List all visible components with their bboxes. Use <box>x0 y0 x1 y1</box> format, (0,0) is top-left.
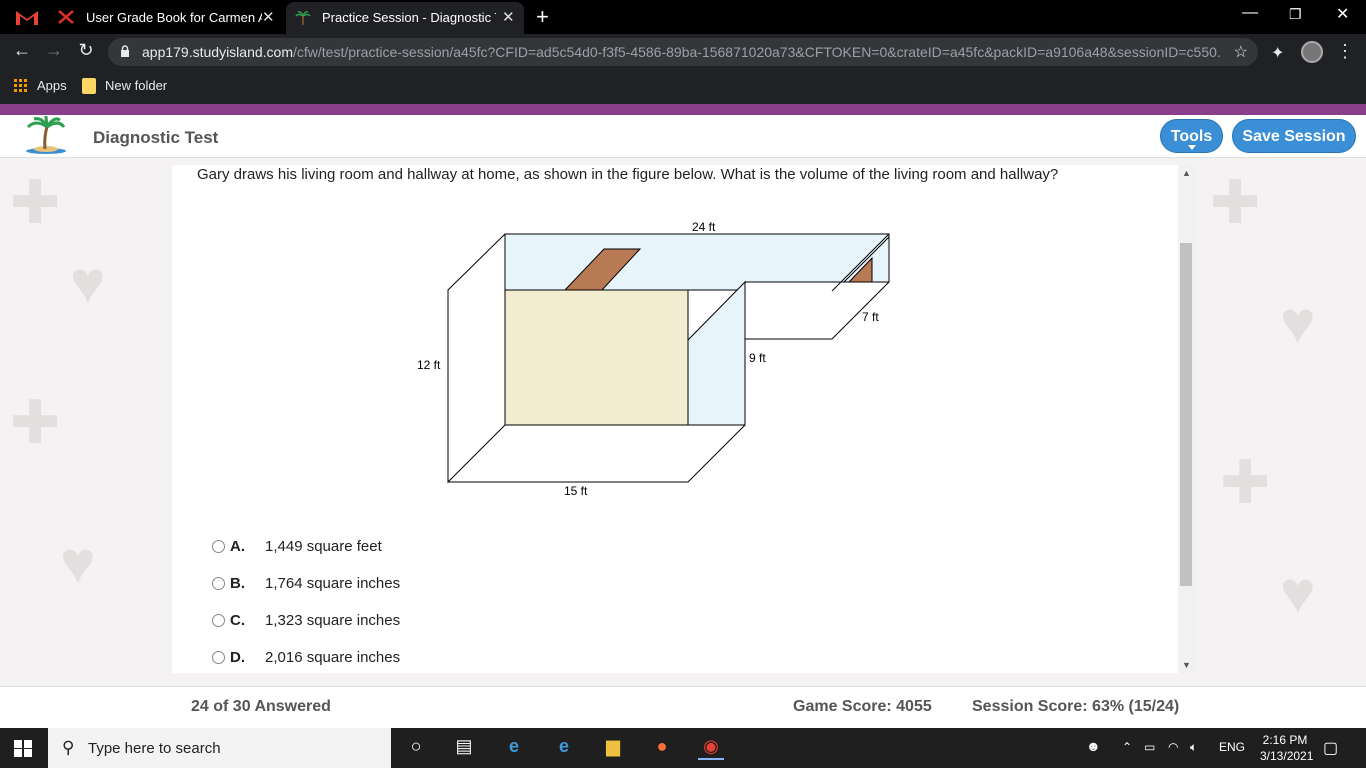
radio-button[interactable] <box>212 577 225 590</box>
palm-tree-logo-icon <box>26 115 66 154</box>
restore-icon[interactable]: ❐ <box>1289 6 1302 23</box>
choice-letter: C. <box>230 612 245 629</box>
decorative-pattern-icon: ♥ <box>60 529 96 596</box>
bookmark-apps[interactable]: Apps <box>37 78 67 93</box>
language-indicator[interactable]: ENG <box>1219 740 1245 754</box>
chevron-down-icon <box>1188 145 1196 150</box>
question-panel: Gary draws his living room and hallway a… <box>172 165 1194 673</box>
page-header: Diagnostic Test Tools Save Session <box>0 115 1366 158</box>
notifications-icon[interactable]: ▢ <box>1323 738 1338 758</box>
cortana-icon[interactable]: ○ <box>403 736 429 760</box>
volume-icon[interactable]: 🔈︎ <box>1190 740 1197 755</box>
bookmark-new-folder[interactable]: New folder <box>105 78 167 93</box>
palm-tree-favicon-icon <box>295 11 311 25</box>
choice-letter: A. <box>230 538 245 555</box>
decorative-pattern-icon: ✚ <box>1210 169 1261 236</box>
top-dimension-label: 24 ft <box>692 220 716 234</box>
save-session-button[interactable]: Save Session <box>1232 119 1356 153</box>
session-score: Session Score: 63% (15/24) <box>972 698 1180 715</box>
tools-label: Tools <box>1170 128 1213 145</box>
scroll-down-icon[interactable]: ▼ <box>1182 660 1191 670</box>
scroll-up-icon[interactable]: ▲ <box>1182 168 1191 178</box>
decorative-pattern-icon: ✚ <box>1220 449 1271 516</box>
edge-icon[interactable]: e <box>551 736 577 760</box>
wifi-icon[interactable]: ◠ <box>1168 740 1178 754</box>
folder-icon <box>82 78 96 94</box>
tab-close-icon[interactable]: ✕ <box>262 8 275 26</box>
extensions-puzzle-icon[interactable]: ✦ <box>1271 43 1284 63</box>
back-icon[interactable]: ← <box>10 40 34 61</box>
forward-icon[interactable]: → <box>42 40 66 61</box>
bookmark-star-icon[interactable]: ☆ <box>1234 42 1248 62</box>
gmail-icon[interactable] <box>15 7 39 27</box>
windows-taskbar: ⚲ Type here to search ○ ▤ e e ▆ ● ◉ ☻ ⌃ … <box>0 728 1366 768</box>
address-bar[interactable]: app179.studyisland.com/cfw/test/practice… <box>108 38 1258 66</box>
people-icon[interactable]: ☻ <box>1086 738 1101 754</box>
choice-text: 1,764 square inches <box>265 575 401 592</box>
choice-letter: D. <box>230 649 245 666</box>
hallway-height-label: 9 ft <box>749 351 766 365</box>
chrome-icon[interactable]: ◉ <box>698 736 724 760</box>
radio-button[interactable] <box>212 614 225 627</box>
radio-button[interactable] <box>212 540 225 553</box>
taskbar-clock[interactable]: 2:16 PM 3/13/2021 <box>1260 732 1314 764</box>
chevron-up-icon[interactable]: ⌃ <box>1122 740 1132 754</box>
clock-time: 2:16 PM <box>1262 733 1308 747</box>
tab-close-icon[interactable]: ✕ <box>502 8 515 26</box>
radio-button[interactable] <box>212 651 225 664</box>
question-text: Gary draws his living room and hallway a… <box>197 166 1059 183</box>
reload-icon[interactable]: ↻ <box>74 40 98 61</box>
window-close-icon[interactable]: ✕ <box>1336 4 1349 24</box>
windows-start-icon[interactable] <box>14 740 32 757</box>
page-title: Diagnostic Test <box>93 128 219 147</box>
more-menu-icon[interactable]: ⋮ <box>1336 41 1354 62</box>
decorative-pattern-icon: ✚ <box>10 169 61 236</box>
decorative-pattern-icon: ♥ <box>1280 559 1316 626</box>
firefox-icon[interactable]: ● <box>649 736 675 760</box>
task-view-icon[interactable]: ▤ <box>451 736 477 760</box>
taskbar-search-box[interactable]: ⚲ Type here to search <box>48 728 391 768</box>
battery-icon[interactable]: ▭ <box>1144 740 1155 754</box>
scrollbar-thumb[interactable] <box>1180 243 1192 586</box>
tab-gradebook[interactable]: User Grade Book for Carmen And ✕ <box>50 0 284 34</box>
browser-toolbar: ← → ↻ app179.studyisland.com/cfw/test/pr… <box>0 34 1366 70</box>
game-score: Game Score: 4055 <box>793 698 932 715</box>
browser-tab-strip: User Grade Book for Carmen And ✕ Practic… <box>0 0 1366 34</box>
file-explorer-icon[interactable]: ▆ <box>600 736 626 760</box>
choice-text: 1,323 square inches <box>265 612 401 629</box>
profile-avatar[interactable] <box>1301 41 1323 63</box>
search-placeholder: Type here to search <box>88 740 221 757</box>
decorative-pattern-icon: ♥ <box>70 249 106 316</box>
tab-title: User Grade Book for Carmen And <box>86 10 262 25</box>
apps-grid-icon[interactable] <box>14 79 28 93</box>
tab-title: Practice Session - Diagnostic Test <box>322 10 496 25</box>
choice-text: 1,449 square feet <box>265 538 382 555</box>
lock-icon[interactable] <box>120 45 130 58</box>
decorative-pattern-icon: ✚ <box>10 389 61 456</box>
clock-date: 3/13/2021 <box>1260 749 1314 763</box>
tools-button[interactable]: Tools <box>1160 119 1223 153</box>
room-height-label: 12 ft <box>417 358 441 372</box>
hallway-depth-label: 7 ft <box>862 310 879 324</box>
choice-letter: B. <box>230 575 245 592</box>
url-text: app179.studyisland.com/cfw/test/practice… <box>142 44 1222 60</box>
gradebook-favicon-icon <box>58 10 74 24</box>
bottom-dimension-label: 15 ft <box>564 484 588 498</box>
session-status-bar: 24 of 30 Answered Game Score: 4055 Sessi… <box>0 686 1366 728</box>
new-tab-icon[interactable]: + <box>536 4 549 30</box>
search-icon: ⚲ <box>62 738 75 757</box>
bookmarks-bar: Apps New folder <box>0 70 1366 104</box>
decorative-pattern-icon: ♥ <box>1280 289 1316 356</box>
answered-count: 24 of 30 Answered <box>191 698 331 715</box>
brand-bar <box>0 104 1366 115</box>
room-figure: 24 ft 7 ft 9 ft 12 ft 15 ft <box>417 220 890 498</box>
content-scrollbar[interactable]: ▲ ▼ <box>1178 165 1194 673</box>
minimize-icon[interactable]: — <box>1242 4 1258 22</box>
tab-practice-session[interactable]: Practice Session - Diagnostic Test ✕ <box>286 2 524 34</box>
choice-text: 2,016 square inches <box>265 649 401 666</box>
internet-explorer-icon[interactable]: e <box>501 736 527 760</box>
